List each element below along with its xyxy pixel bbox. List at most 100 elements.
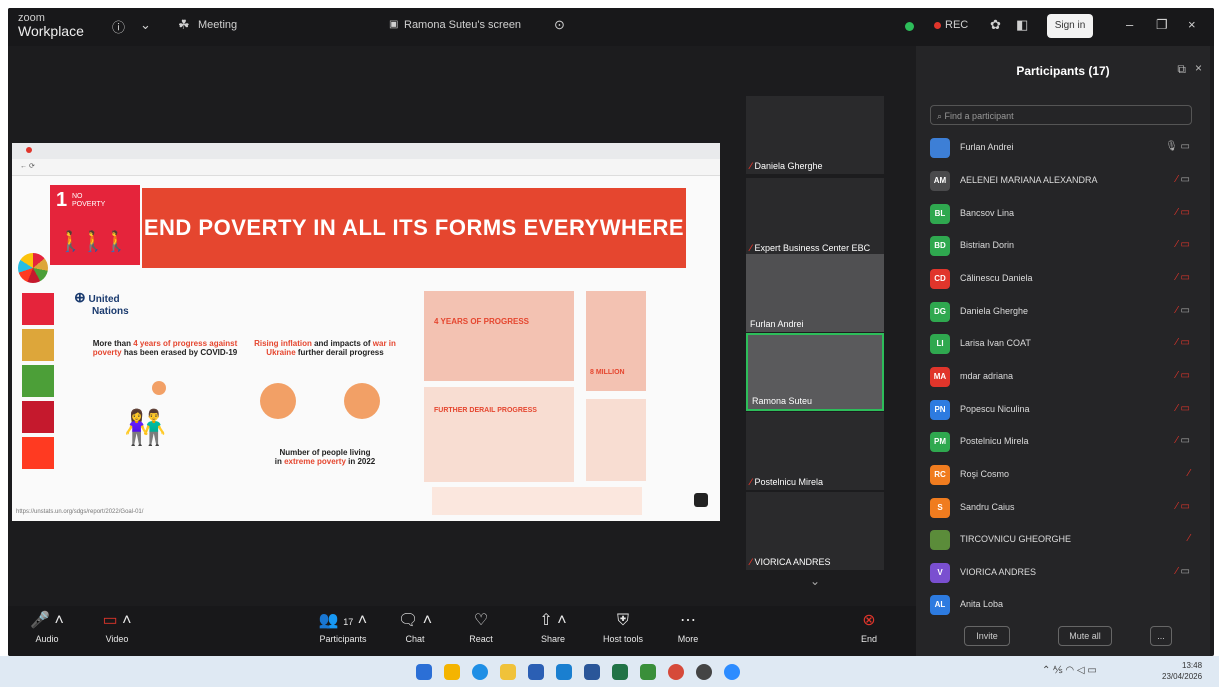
video-tile[interactable]: ⁄ VIORICA ANDRES <box>746 492 884 570</box>
chat-button[interactable]: 🗨 ˄ Chat <box>380 610 450 644</box>
more-button[interactable]: ⋯ More <box>653 610 723 644</box>
sign-in-button[interactable]: Sign in <box>1047 14 1093 38</box>
restore-icon[interactable]: ❐ <box>1156 17 1168 33</box>
security-status-icon[interactable] <box>905 22 914 31</box>
participant-name: Postelnicu Mirela <box>960 436 1029 446</box>
participant-row[interactable]: TIRCOVNICU GHEORGHE ⁄ <box>930 528 1200 552</box>
mic-camera-icons[interactable]: 🎙 ▭ <box>1165 141 1190 152</box>
muted-icons[interactable]: ⁄ ▭ <box>1176 501 1190 512</box>
outlook-icon[interactable] <box>556 664 572 680</box>
participant-row[interactable]: LI Larisa Ivan COAT ⁄ ▭ <box>930 332 1200 356</box>
taskbar-app-icon[interactable] <box>528 664 544 680</box>
zoom-taskbar-icon[interactable] <box>724 664 740 680</box>
more-options-button[interactable]: ... <box>1150 626 1172 646</box>
slide-menu-icon[interactable] <box>694 493 708 507</box>
react-button[interactable]: ♡ React <box>446 610 516 644</box>
participants-button[interactable]: 👥 17 ˄ Participants <box>298 610 388 644</box>
browser-nav-icon: ← ⟳ <box>20 163 35 170</box>
avatar: DG <box>930 302 950 322</box>
video-tile[interactable]: Furlan Andrei <box>746 254 884 332</box>
audio-button[interactable]: 🎤 ˄ Audio <box>12 610 82 644</box>
mute-all-button[interactable]: Mute all <box>1058 626 1112 646</box>
un-logo: ⊕ United Nations <box>74 289 129 317</box>
participant-row[interactable]: PM Postelnicu Mirela ⁄ ▭ <box>930 430 1200 454</box>
muted-icons[interactable]: ⁄ <box>1188 533 1190 544</box>
participant-name: Roşi Cosmo <box>960 469 1010 479</box>
muted-icons[interactable]: ⁄ <box>1188 468 1190 479</box>
video-tile[interactable]: ⁄ Postelnicu Mirela <box>746 412 884 490</box>
sdg-tile-3 <box>22 365 54 397</box>
participant-row[interactable]: AL Anita Loba <box>930 593 1200 617</box>
file-explorer-icon[interactable] <box>500 664 516 680</box>
muted-icons[interactable]: ⁄ ▭ <box>1176 207 1190 218</box>
participant-row[interactable]: BD Bistrian Dorin ⁄ ▭ <box>930 234 1200 258</box>
rec-label: REC <box>945 19 969 31</box>
chat-icon: 🗨 ˄ <box>397 612 433 629</box>
taskbar-app-icon[interactable] <box>640 664 656 680</box>
muted-icons[interactable]: ⁄ ▭ <box>1176 435 1190 446</box>
muted-icons[interactable]: ⁄ ▭ <box>1176 174 1190 185</box>
participant-row[interactable]: AM AELENEI MARIANA ALEXANDRA ⁄ ▭ <box>930 169 1200 193</box>
participant-row[interactable]: Furlan Andrei 🎙 ▭ <box>930 136 1200 160</box>
word-icon[interactable] <box>584 664 600 680</box>
close-icon[interactable]: × <box>1188 17 1196 32</box>
end-button[interactable]: ⊗ End <box>834 610 904 644</box>
muted-icons[interactable]: ⁄ ▭ <box>1176 370 1190 381</box>
video-tile[interactable]: ⁄ Expert Business Center EBC <box>746 178 884 256</box>
participant-row[interactable]: V VIORICA ANDRES ⁄ ▭ <box>930 561 1200 585</box>
system-clock[interactable]: 13:48 23/04/2026 <box>1162 660 1202 682</box>
video-tile-active-speaker[interactable]: Ramona Suteu <box>746 333 884 411</box>
participant-row[interactable]: PN Popescu Niculina ⁄ ▭ <box>930 398 1200 422</box>
avatar: BL <box>930 204 950 224</box>
participant-row[interactable]: MA mdar adriana ⁄ ▭ <box>930 365 1200 389</box>
host-tools-button[interactable]: ⛨ Host tools <box>588 610 658 644</box>
minimize-icon[interactable]: – <box>1126 17 1133 32</box>
screen-label[interactable]: Ramona Suteu's screen <box>404 19 521 31</box>
participant-row[interactable]: RC Roşi Cosmo ⁄ <box>930 463 1200 487</box>
participant-name: Bistrian Dorin <box>960 240 1015 250</box>
family-icon: 🚶🚶🚶 <box>58 231 129 253</box>
participant-row[interactable]: CD Călinescu Daniela ⁄ ▭ <box>930 267 1200 291</box>
rec-indicator[interactable]: REC <box>934 19 968 31</box>
un-emblem-icon: ⊕ <box>74 289 86 305</box>
view-options-icon[interactable]: ⊙ <box>554 17 565 33</box>
participant-name: mdar adriana <box>960 371 1014 381</box>
muted-icons[interactable]: ⁄ ▭ <box>1176 403 1190 414</box>
taskbar-app-icon[interactable] <box>444 664 460 680</box>
muted-icons[interactable]: ⁄ ▭ <box>1176 566 1190 577</box>
participant-search-input[interactable]: ⌕ Find a participant <box>930 105 1192 125</box>
sdg-tile-2 <box>22 329 54 361</box>
muted-icons[interactable]: ⁄ ▭ <box>1176 305 1190 316</box>
video-button[interactable]: ▭ ˄ Video <box>82 610 152 644</box>
start-icon[interactable] <box>416 664 432 680</box>
edge-icon[interactable] <box>472 664 488 680</box>
share-button[interactable]: ⇧ ˄ Share <box>518 610 588 644</box>
avatar: CD <box>930 269 950 289</box>
shared-screen[interactable]: ← ⟳ 1 NO POVERTY 🚶🚶🚶 END POVERTY IN ALL … <box>12 143 720 521</box>
os-taskbar: ⌃ ⅍ ◠ ◁ ▭ 13:48 23/04/2026 <box>0 656 1219 687</box>
panel-close-icon[interactable]: × <box>1195 61 1202 75</box>
video-tile[interactable]: ⁄ Daniela Gherghe <box>746 96 884 174</box>
video-name: ⁄ Postelnicu Mirela <box>750 477 824 487</box>
apps-icon[interactable]: ✿ <box>990 17 1001 33</box>
muted-icons[interactable]: ⁄ ▭ <box>1176 272 1190 283</box>
shield-dropdown-icon[interactable]: ⌄ <box>140 17 151 33</box>
tray-icons[interactable]: ⌃ ⅍ ◠ ◁ ▭ <box>1042 665 1097 676</box>
layout-icon[interactable]: ◧ <box>1016 17 1028 33</box>
info-icon[interactable]: ⓘ <box>112 17 125 36</box>
popout-icon[interactable]: ⧉ <box>1177 62 1186 77</box>
chrome-icon[interactable] <box>668 664 684 680</box>
panel-title: Participants (17) <box>1016 64 1110 78</box>
taskbar-app-icon[interactable] <box>696 664 712 680</box>
mic-muted-icon: ⁄ <box>750 243 752 253</box>
meeting-label[interactable]: Meeting <box>198 19 237 31</box>
scroll-down-chevron-icon[interactable]: ⌄ <box>810 574 820 588</box>
participant-row[interactable]: DG Daniela Gherghe ⁄ ▭ <box>930 300 1200 324</box>
participant-row[interactable]: BL Bancsov Lina ⁄ ▭ <box>930 202 1200 226</box>
participant-row[interactable]: S Sandru Caius ⁄ ▭ <box>930 496 1200 520</box>
participants-icon: 👥 17 ˄ <box>318 612 368 629</box>
invite-button[interactable]: Invite <box>964 626 1010 646</box>
excel-icon[interactable] <box>612 664 628 680</box>
muted-icons[interactable]: ⁄ ▭ <box>1176 337 1190 348</box>
muted-icons[interactable]: ⁄ ▭ <box>1176 239 1190 250</box>
